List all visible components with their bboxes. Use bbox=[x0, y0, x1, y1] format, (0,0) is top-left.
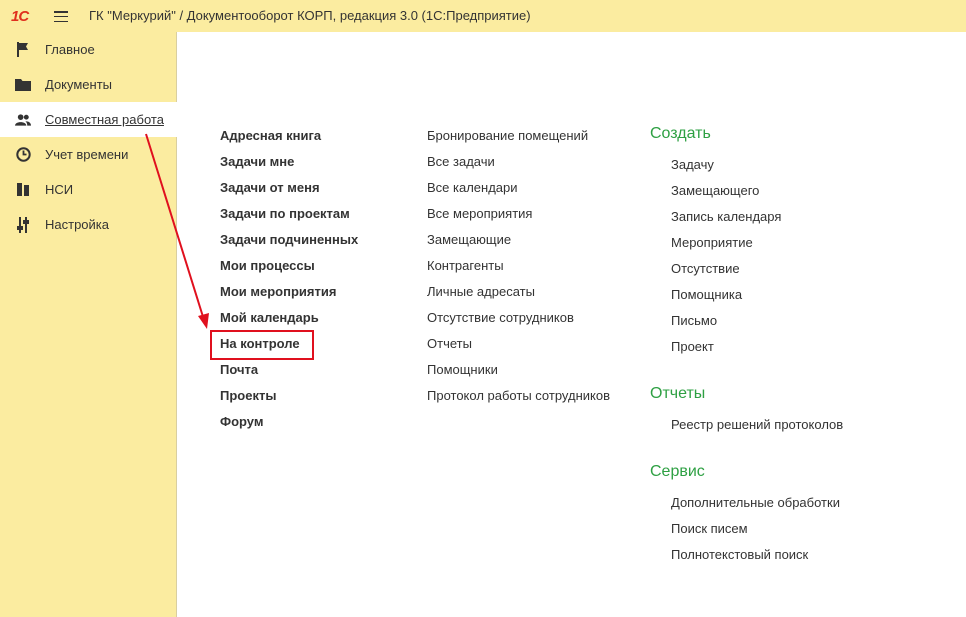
create-letter-link[interactable]: Письмо bbox=[671, 313, 717, 328]
flag-icon bbox=[15, 42, 31, 58]
link-all-events[interactable]: Все мероприятия bbox=[427, 206, 532, 221]
annotation-highlight-box bbox=[210, 330, 314, 360]
section-create-title: Создать bbox=[650, 125, 711, 142]
create-task-link[interactable]: Задачу bbox=[671, 157, 714, 172]
sidebar-item-label: Учет времени bbox=[45, 147, 129, 162]
link-employee-absence[interactable]: Отсутствие сотрудников bbox=[427, 310, 574, 325]
section-reports-title: Отчеты bbox=[650, 385, 706, 402]
create-calendar-entry-link[interactable]: Запись календаря bbox=[671, 209, 781, 224]
create-event-link[interactable]: Мероприятие bbox=[671, 235, 753, 250]
link-my-processes[interactable]: Мои процессы bbox=[220, 258, 315, 273]
link-tasks-to-me[interactable]: Задачи мне bbox=[220, 154, 294, 169]
link-my-events[interactable]: Мои мероприятия bbox=[220, 284, 336, 299]
link-room-booking[interactable]: Бронирование помещений bbox=[427, 128, 588, 143]
sliders-icon bbox=[15, 216, 31, 233]
sidebar-item-label: Главное bbox=[45, 42, 95, 57]
sidebar-item-time-tracking[interactable]: Учет времени bbox=[0, 137, 177, 172]
section-service-title: Сервис bbox=[650, 463, 705, 480]
report-protocol-decisions-link[interactable]: Реестр решений протоколов bbox=[671, 417, 843, 432]
create-substitute-link[interactable]: Замещающего bbox=[671, 183, 759, 198]
link-tasks-by-projects[interactable]: Задачи по проектам bbox=[220, 206, 350, 221]
sidebar-item-main[interactable]: Главное bbox=[0, 32, 177, 67]
link-address-book[interactable]: Адресная книга bbox=[220, 128, 321, 143]
link-forum[interactable]: Форум bbox=[220, 414, 263, 429]
sidebar-item-nsi[interactable]: НСИ bbox=[0, 172, 177, 207]
link-reports[interactable]: Отчеты bbox=[427, 336, 472, 351]
link-all-calendars[interactable]: Все календари bbox=[427, 180, 518, 195]
create-assistant-link[interactable]: Помощника bbox=[671, 287, 742, 302]
create-project-link[interactable]: Проект bbox=[671, 339, 714, 354]
app-logo: 1С bbox=[11, 8, 29, 25]
service-fulltext-search-link[interactable]: Полнотекстовый поиск bbox=[671, 547, 808, 562]
sidebar-item-label: Документы bbox=[45, 77, 113, 92]
menu-icon[interactable] bbox=[54, 11, 68, 23]
books-icon bbox=[15, 182, 31, 198]
sidebar-item-collaboration[interactable]: Совместная работа bbox=[0, 102, 177, 137]
sidebar-item-settings[interactable]: Настройка bbox=[0, 207, 177, 242]
sidebar: Главное Документы Совместная работа Учет… bbox=[0, 32, 177, 617]
link-my-calendar[interactable]: Мой календарь bbox=[220, 310, 319, 325]
link-tasks-from-me[interactable]: Задачи от меня bbox=[220, 180, 320, 195]
link-personal-addressees[interactable]: Личные адресаты bbox=[427, 284, 535, 299]
create-absence-link[interactable]: Отсутствие bbox=[671, 261, 740, 276]
service-extra-processing-link[interactable]: Дополнительные обработки bbox=[671, 495, 840, 510]
service-mail-search-link[interactable]: Поиск писем bbox=[671, 521, 748, 536]
link-mail[interactable]: Почта bbox=[220, 362, 258, 377]
folder-icon bbox=[15, 77, 31, 93]
link-substitutes[interactable]: Замещающие bbox=[427, 232, 511, 247]
window-title: ГК "Меркурий" / Документооборот КОРП, ре… bbox=[89, 8, 531, 23]
sidebar-item-documents[interactable]: Документы bbox=[0, 67, 177, 102]
title-bar: 1С ГК "Меркурий" / Документооборот КОРП,… bbox=[0, 0, 966, 32]
link-counterparties[interactable]: Контрагенты bbox=[427, 258, 504, 273]
link-assistants[interactable]: Помощники bbox=[427, 362, 498, 377]
link-projects[interactable]: Проекты bbox=[220, 388, 276, 403]
sidebar-item-label: НСИ bbox=[45, 182, 74, 197]
link-employee-work-log[interactable]: Протокол работы сотрудников bbox=[427, 388, 610, 403]
clock-icon bbox=[15, 147, 31, 163]
sidebar-item-label: Настройка bbox=[45, 217, 109, 232]
link-all-tasks[interactable]: Все задачи bbox=[427, 154, 495, 169]
sidebar-item-label: Совместная работа bbox=[45, 112, 164, 127]
people-icon bbox=[15, 112, 31, 128]
link-subordinates-tasks[interactable]: Задачи подчиненных bbox=[220, 232, 358, 247]
